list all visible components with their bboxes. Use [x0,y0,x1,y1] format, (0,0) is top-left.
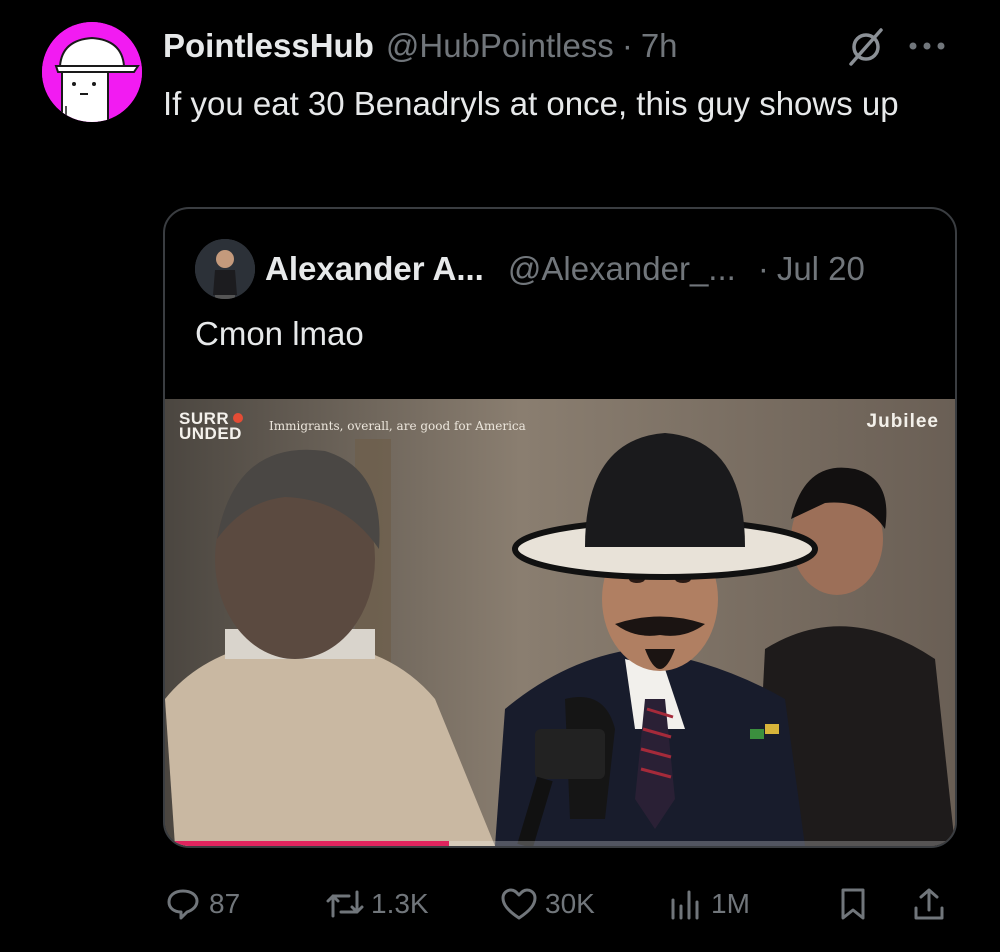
reply-count: 87 [209,888,241,919]
reply-button[interactable]: 87 [163,876,240,932]
quote-text: Cmon lmao [195,315,364,352]
quote-avatar-photo [195,239,255,299]
more-icon[interactable] [902,26,952,66]
grok-icon[interactable] [845,26,887,68]
share-icon [909,884,949,924]
reply-icon [163,884,203,924]
action-bar: 87 1.3K 30K 1M [163,876,957,932]
tweet-text: If you eat 30 Benadryls at once, this gu… [163,85,899,122]
quote-handle[interactable]: @Alexander_... [508,250,736,288]
views-icon [665,884,705,924]
video-frame [165,399,955,846]
video-player[interactable]: SURR UNDED Immigrants, overall, are good… [165,399,955,846]
bookmark-icon [833,884,873,924]
like-button[interactable]: 30K [499,876,595,932]
avatar-illustration [42,22,142,122]
bookmark-button[interactable] [833,876,879,932]
quote-header: Alexander A... @Alexander_... · Jul 20 [265,249,865,289]
video-watermark: Jubilee [866,411,939,432]
retweet-button[interactable]: 1.3K [325,876,429,932]
brand-dot [233,413,243,423]
retweet-count: 1.3K [371,888,429,919]
quote-display-name[interactable]: Alexander A... [265,250,484,288]
quote-avatar[interactable] [195,239,255,299]
display-name[interactable]: PointlessHub [163,27,374,65]
avatar[interactable] [42,22,142,122]
video-caption: Immigrants, overall, are good for Americ… [269,419,526,433]
quote-timestamp[interactable]: Jul 20 [777,250,865,288]
user-handle[interactable]: @HubPointless [386,27,614,65]
share-button[interactable] [909,876,955,932]
separator-dot: · [621,27,633,64]
timestamp[interactable]: 7h [641,27,678,65]
video-progress-bar[interactable] [165,841,450,846]
retweet-icon [325,884,365,924]
quoted-tweet[interactable]: Alexander A... @Alexander_... · Jul 20 C… [163,207,957,848]
views-count: 1M [711,888,750,919]
tweet-header: PointlessHub @HubPointless · 7h [163,26,678,66]
like-count: 30K [545,888,595,919]
like-icon [499,884,539,924]
views-button[interactable]: 1M [665,876,750,932]
quote-separator-dot: · [757,250,769,287]
